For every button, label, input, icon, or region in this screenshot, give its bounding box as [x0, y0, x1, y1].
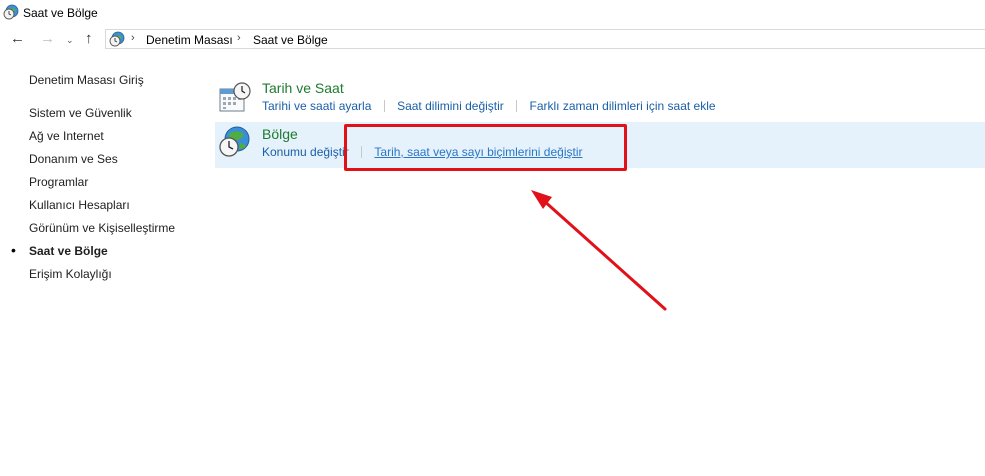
annotation-arrow-icon: [531, 190, 667, 311]
